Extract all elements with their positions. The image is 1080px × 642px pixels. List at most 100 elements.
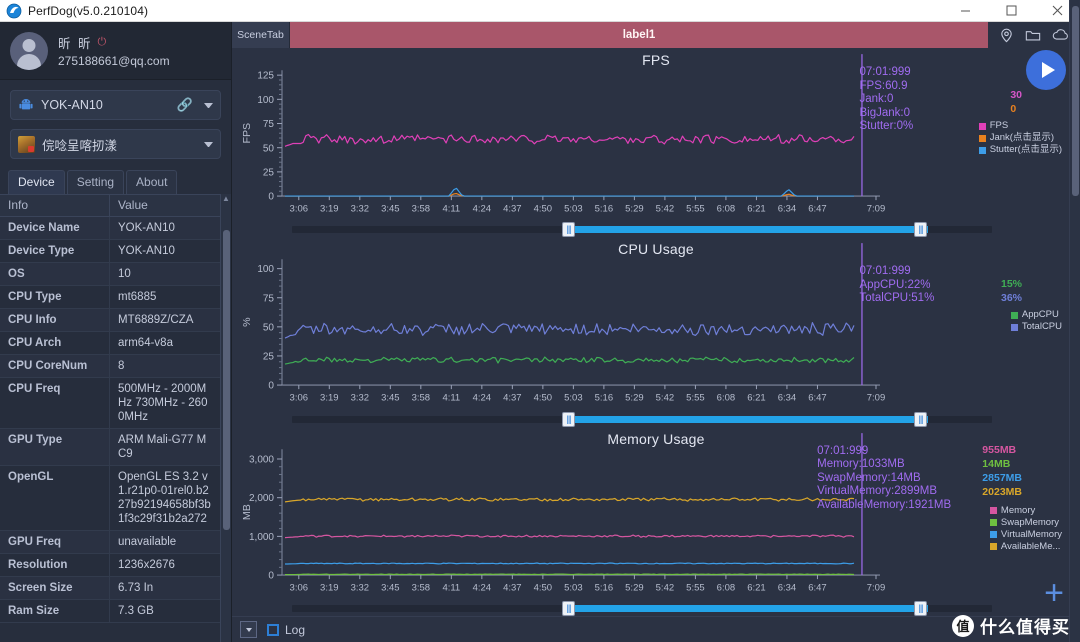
- app-select[interactable]: 俒唸呈喀扨漾: [10, 129, 221, 159]
- legend-value: 2023MB: [982, 485, 1022, 498]
- svg-text:7:09: 7:09: [867, 582, 885, 593]
- slider-handle-left[interactable]: |||: [562, 601, 575, 617]
- legend-values: 15% 36%: [1001, 277, 1022, 305]
- svg-text:5:16: 5:16: [595, 393, 613, 404]
- minimize-button[interactable]: [942, 0, 988, 22]
- slider-handle-left[interactable]: |||: [562, 411, 575, 427]
- table-row[interactable]: CPU Freq 500MHz - 2000MHz 730MHz - 2600MH…: [0, 378, 220, 429]
- cursor-annotation: 07:01:999 AppCPU:22% TotalCPU:51%: [860, 265, 935, 306]
- cloud-icon[interactable]: [1052, 28, 1069, 42]
- tab-device[interactable]: Device: [8, 170, 65, 194]
- svg-text:3:32: 3:32: [351, 582, 369, 593]
- cell-info: CPU Freq: [0, 378, 110, 428]
- tab-setting[interactable]: Setting: [66, 170, 125, 194]
- label-tab[interactable]: label1: [290, 22, 988, 48]
- legend-item[interactable]: SwapMemory: [989, 517, 1062, 529]
- legend-value: 0: [1010, 103, 1017, 115]
- main-panel: SceneTab label1 FPS 0 25 50 75 100 125 F…: [232, 0, 1080, 642]
- table-row[interactable]: CPU Arch arm64-v8a: [0, 332, 220, 355]
- account-email: 275188661@qq.com: [58, 54, 170, 68]
- svg-text:3:58: 3:58: [412, 393, 430, 404]
- legend-item[interactable]: VirtualMemory: [989, 529, 1062, 541]
- chart-plot[interactable]: 0 25 50 75 100 125 FPS 3:06 3:19 3:32 3:45 3:58 4:11…: [232, 48, 1080, 222]
- play-button[interactable]: [1026, 50, 1066, 90]
- power-icon[interactable]: ⏻: [97, 36, 106, 49]
- svg-text:4:50: 4:50: [534, 393, 552, 404]
- slider-handle-left[interactable]: |||: [562, 222, 575, 238]
- location-icon[interactable]: [999, 28, 1014, 43]
- cell-info: CPU Info: [0, 309, 110, 331]
- scroll-up-icon[interactable]: ▲: [222, 194, 230, 204]
- statusbar-dropdown-button[interactable]: [240, 621, 257, 638]
- svg-text:FPS: FPS: [241, 123, 253, 144]
- window-body: 昕 昕 ⏻ 275188661@qq.com YOK-AN10 🔗 俒唸呈喀扨漾…: [0, 0, 1080, 642]
- table-row[interactable]: Ram Size 7.3 GB: [0, 600, 220, 623]
- link-icon[interactable]: 🔗: [177, 97, 193, 113]
- legend-item[interactable]: Memory: [989, 505, 1062, 517]
- chart-plot[interactable]: 0 1,000 2,000 3,000 MB 3:06 3:19 3:32 3:45 3:58 4:…: [232, 427, 1080, 601]
- svg-text:6:34: 6:34: [778, 393, 797, 404]
- svg-text:0: 0: [268, 192, 274, 203]
- slider-handle-right[interactable]: |||: [914, 222, 927, 238]
- legend-item[interactable]: FPS: [978, 120, 1062, 132]
- svg-text:6:34: 6:34: [778, 582, 797, 593]
- table-row[interactable]: Device Type YOK-AN10: [0, 240, 220, 263]
- svg-text:4:50: 4:50: [534, 582, 552, 593]
- device-info-table: Info Value Device Name YOK-AN10 Device Typ…: [0, 194, 220, 642]
- legend-item[interactable]: TotalCPU: [1010, 321, 1062, 333]
- table-row[interactable]: GPU Type ARM Mali-G77 MC9: [0, 429, 220, 466]
- log-checkbox-group[interactable]: Log: [267, 623, 305, 637]
- titlebar: PerfDog(v5.0.210104): [0, 0, 1080, 22]
- table-row[interactable]: Device Name YOK-AN10: [0, 217, 220, 240]
- chart-range-slider[interactable]: ||| |||: [232, 411, 1080, 427]
- chart-plot[interactable]: 0 25 50 75 100% 3:06 3:19 3:32 3:45 3:58 4:11 4:24 4…: [232, 237, 1080, 411]
- table-row[interactable]: CPU Type mt6885: [0, 286, 220, 309]
- maximize-button[interactable]: [988, 0, 1034, 22]
- chart-range-slider[interactable]: ||| |||: [232, 222, 1080, 238]
- log-checkbox[interactable]: [267, 623, 279, 636]
- scene-tab[interactable]: SceneTab: [232, 22, 290, 48]
- app-select-label: 俒唸呈喀扨漾: [42, 138, 118, 153]
- cell-value: MT6889Z/CZA: [118, 314, 194, 326]
- svg-text:3:19: 3:19: [320, 582, 338, 593]
- slider-handle-right[interactable]: |||: [914, 601, 927, 617]
- device-select[interactable]: YOK-AN10 🔗: [10, 90, 221, 120]
- slider-handle-right[interactable]: |||: [914, 411, 927, 427]
- legend-label: Stutter(点击显示): [989, 144, 1062, 155]
- tab-about[interactable]: About: [126, 170, 178, 194]
- main-scrollbar[interactable]: [1069, 0, 1080, 642]
- perfdog-window: PerfDog(v5.0.210104) 昕 昕 ⏻ 275188661@qq.…: [0, 0, 1080, 642]
- table-row[interactable]: Screen Size 6.73 In: [0, 577, 220, 600]
- legend-item[interactable]: AvailableMe...: [989, 540, 1062, 553]
- table-row[interactable]: CPU CoreNum 8: [0, 355, 220, 378]
- table-row[interactable]: GPU Freq unavailable: [0, 531, 220, 554]
- selectors: YOK-AN10 🔗 俒唸呈喀扨漾: [0, 80, 231, 168]
- add-chart-button[interactable]: +: [1044, 576, 1064, 610]
- svg-text:0: 0: [268, 570, 274, 581]
- svg-text:5:16: 5:16: [595, 203, 613, 214]
- folder-icon[interactable]: [1025, 28, 1041, 43]
- device-select-label: YOK-AN10: [41, 98, 103, 112]
- cell-value: unavailable: [118, 536, 177, 548]
- svg-text:3:32: 3:32: [351, 203, 369, 214]
- legend-item[interactable]: Jank(点击显示): [978, 132, 1062, 144]
- chart-fps: FPS 0 25 50 75 100 125 FPS 3:06 3:19 3:32 3:45 3:58 4…: [232, 48, 1080, 222]
- table-row[interactable]: Resolution 1236x2676: [0, 554, 220, 577]
- sidebar-scrollbar[interactable]: ▲: [220, 194, 231, 642]
- account-panel: 昕 昕 ⏻ 275188661@qq.com: [0, 22, 231, 80]
- legend-item[interactable]: Stutter(点击显示): [978, 144, 1062, 156]
- scrollbar-thumb[interactable]: [223, 230, 230, 530]
- svg-text:6:47: 6:47: [808, 393, 826, 404]
- main-scrollbar-thumb[interactable]: [1072, 6, 1079, 196]
- legend-item[interactable]: AppCPU: [1010, 309, 1062, 321]
- table-row[interactable]: CPU Info MT6889Z/CZA: [0, 309, 220, 332]
- table-row[interactable]: OS 10: [0, 263, 220, 286]
- legend-swatch: [978, 134, 986, 142]
- table-row[interactable]: OpenGL OpenGL ES 3.2 v1.r21p0-01rel0.b227…: [0, 466, 220, 531]
- legend-label: AvailableMe...: [1000, 540, 1061, 552]
- svg-text:MB: MB: [241, 504, 253, 520]
- cursor-annotation-line: 07:01:999: [859, 66, 911, 78]
- scene-tabbar: SceneTab label1: [232, 22, 1080, 48]
- chart-memory-usage: Memory Usage 0 1,000 2,000 3,000 MB 3:06 3:19 3:…: [232, 427, 1080, 601]
- cell-info: CPU CoreNum: [0, 355, 110, 377]
